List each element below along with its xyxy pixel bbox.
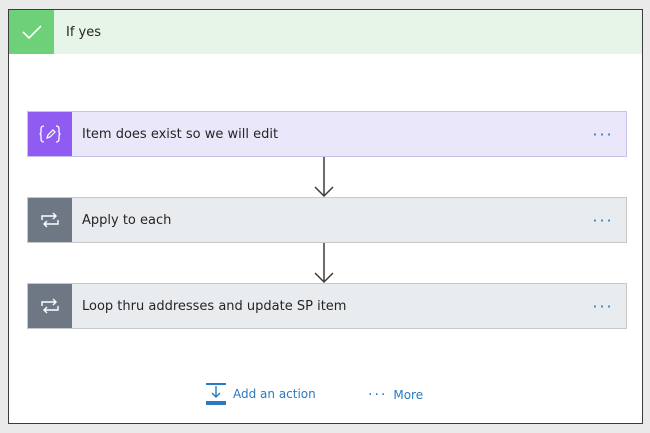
if-yes-header[interactable]: If yes [9,10,642,54]
if-yes-branch: If yes Item does exist so we will edit ·… [8,9,643,424]
loop-icon [28,198,72,242]
card-title: Loop thru addresses and update SP item [82,298,347,314]
action-card-compose[interactable]: Item does exist so we will edit ··· [27,111,627,157]
more-dots-icon: ··· [368,387,388,403]
flow-arrow-icon [314,243,334,284]
more-options-icon[interactable]: ··· [580,112,626,156]
card-title: Item does exist so we will edit [82,126,279,142]
more-label: More [393,388,424,402]
flow-arrow-icon [314,157,334,198]
add-action-icon [206,383,226,405]
checkmark-icon [9,10,54,54]
add-an-action-label: Add an action [233,387,316,401]
branch-title: If yes [66,24,102,40]
compose-icon [28,112,72,156]
add-an-action-button[interactable]: Add an action [205,382,316,406]
more-options-icon[interactable]: ··· [580,284,626,328]
more-button[interactable]: ··· More [368,382,423,408]
action-card-loop-addresses[interactable]: Loop thru addresses and update SP item ·… [27,283,627,329]
card-title: Apply to each [82,212,172,228]
loop-icon [28,284,72,328]
action-card-apply-to-each[interactable]: Apply to each ··· [27,197,627,243]
branch-footer: Add an action ··· More [9,382,642,408]
more-options-icon[interactable]: ··· [580,198,626,242]
